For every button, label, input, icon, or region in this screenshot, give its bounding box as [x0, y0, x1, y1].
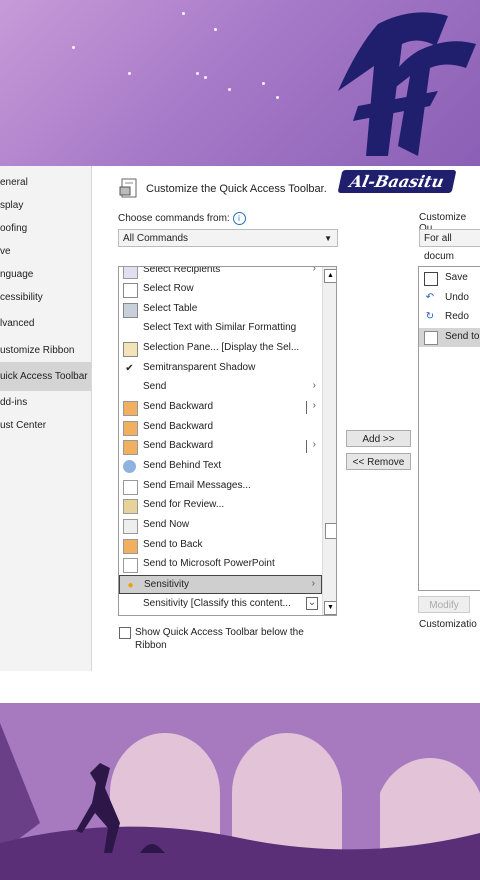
- send-to-back-icon: [123, 539, 138, 554]
- toolbar-listbox[interactable]: Save ↶ Undo ↻ Redo Send to: [418, 266, 480, 591]
- commands-scrollbar[interactable]: ▲ ▼: [322, 267, 336, 615]
- list-item[interactable]: ✔ Semitransparent Shadow: [119, 359, 322, 378]
- brand-logo-text: Al-Baasitu: [337, 170, 456, 193]
- brand-logo-icon: [338, 12, 476, 156]
- powerpoint-icon: [123, 558, 138, 573]
- list-item[interactable]: Send Backward ›: [119, 398, 322, 417]
- behind-text-icon: [123, 460, 136, 473]
- info-icon[interactable]: i: [232, 212, 246, 225]
- star-decoration: [72, 46, 75, 49]
- choose-commands-label: Choose commands from: i: [118, 212, 246, 225]
- star-decoration: [182, 12, 185, 15]
- row-icon: [123, 283, 138, 298]
- star-decoration: [214, 28, 217, 31]
- show-below-ribbon-checkbox[interactable]: [119, 627, 131, 639]
- nav-item-general[interactable]: eneral: [0, 177, 28, 188]
- nav-item-advanced[interactable]: lvanced: [0, 318, 34, 329]
- nav-item-customize-ribbon[interactable]: ustomize Ribbon: [0, 345, 74, 356]
- list-item[interactable]: Send Email Messages...: [119, 477, 322, 496]
- choose-commands-dropdown[interactable]: All Commands ▼: [118, 229, 338, 247]
- show-below-ribbon-label-2: Ribbon: [135, 640, 167, 651]
- show-below-ribbon-label: Show Quick Access Toolbar below the: [135, 627, 304, 638]
- list-item[interactable]: Send for Review...: [119, 496, 322, 515]
- landscape-illustration-icon: [0, 703, 480, 880]
- bottom-banner: [0, 703, 480, 880]
- star-decoration: [276, 96, 279, 99]
- list-item[interactable]: Selection Pane... [Display the Sel...: [119, 339, 322, 358]
- list-item[interactable]: Select Table: [119, 300, 322, 319]
- nav-item-trust-center[interactable]: ust Center: [0, 420, 46, 431]
- list-item[interactable]: Send Behind Text: [119, 457, 322, 476]
- nav-item-add-ins[interactable]: dd-ins: [0, 397, 27, 408]
- list-item[interactable]: Select Row: [119, 280, 322, 299]
- email-icon: [123, 480, 138, 495]
- send-backward-icon: [123, 421, 138, 436]
- nav-item-accessibility[interactable]: cessibility: [0, 292, 43, 303]
- list-item[interactable]: Send Now: [119, 516, 322, 535]
- send-backward-icon: [123, 401, 138, 416]
- nav-item-display[interactable]: splay: [0, 200, 23, 211]
- list-item[interactable]: Send to Back: [119, 536, 322, 555]
- sensitivity-icon: ●: [127, 580, 134, 591]
- redo-icon: ↻: [425, 311, 435, 322]
- nav-item-language[interactable]: nguage: [0, 269, 33, 280]
- list-item-selected[interactable]: Send to: [419, 328, 480, 347]
- options-window: eneral splay oofing ve nguage cessibilit…: [0, 166, 480, 703]
- list-item[interactable]: Send ›: [119, 378, 322, 397]
- customize-toolbar-dropdown[interactable]: For all docum: [419, 229, 480, 262]
- list-item[interactable]: Send to Microsoft PowerPoint: [119, 555, 322, 574]
- star-decoration: [128, 72, 131, 75]
- list-item[interactable]: Sensitivity [Classify this content... ⌄: [119, 595, 322, 614]
- scroll-down-icon[interactable]: ▼: [324, 601, 336, 615]
- send-to-icon: [424, 331, 438, 345]
- undo-icon: ↶: [425, 292, 435, 303]
- list-item[interactable]: Select Text with Similar Formatting: [119, 319, 322, 338]
- selection-pane-icon: [123, 342, 138, 357]
- checkmark-icon: ✔: [125, 363, 134, 374]
- table-icon: [123, 303, 138, 318]
- star-decoration: [262, 82, 265, 85]
- star-decoration: [228, 88, 231, 91]
- list-item[interactable]: Select Recipients ›: [119, 267, 322, 280]
- nav-item-quick-access-toolbar[interactable]: uick Access Toolbar: [0, 362, 91, 391]
- quick-access-toolbar-icon: [119, 178, 137, 198]
- list-item[interactable]: Save: [419, 269, 480, 288]
- list-item-selected[interactable]: ● Sensitivity ›: [119, 575, 322, 594]
- nav-item-save[interactable]: ve: [0, 246, 11, 257]
- options-nav: eneral splay oofing ve nguage cessibilit…: [0, 166, 92, 671]
- save-icon: [424, 272, 438, 286]
- recipients-icon: [123, 267, 138, 279]
- add-button[interactable]: Add >>: [346, 430, 411, 447]
- scroll-thumb[interactable]: [325, 523, 336, 539]
- nav-item-proofing[interactable]: oofing: [0, 223, 27, 234]
- remove-button[interactable]: << Remove: [346, 453, 411, 470]
- list-item[interactable]: Send Backward ›: [119, 437, 322, 456]
- star-decoration: [196, 72, 199, 75]
- page-title: Customize the Quick Access Toolbar.: [146, 183, 327, 195]
- list-item[interactable]: ↶ Undo: [419, 289, 480, 308]
- customizations-label: Customizatio: [419, 619, 477, 630]
- send-backward-icon: [123, 440, 138, 455]
- list-item[interactable]: ↻ Redo: [419, 308, 480, 327]
- scroll-up-icon[interactable]: ▲: [324, 269, 336, 283]
- review-icon: [123, 499, 138, 514]
- star-decoration: [204, 76, 207, 79]
- send-now-icon: [123, 519, 138, 534]
- chevron-down-icon: ▼: [324, 234, 332, 243]
- modify-button[interactable]: Modify: [418, 596, 470, 613]
- list-item[interactable]: Send Backward: [119, 418, 322, 437]
- commands-listbox[interactable]: Select Recipients › Select Row Select Tab…: [118, 266, 337, 616]
